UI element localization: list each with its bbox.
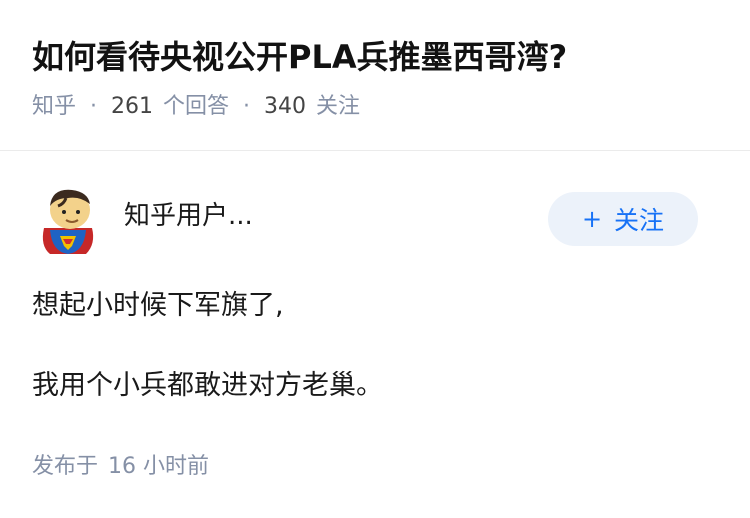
avatar[interactable] [36, 184, 100, 256]
separator-dot: · [90, 94, 98, 119]
divider [0, 150, 750, 151]
published-label: 发布于 [32, 454, 99, 479]
answer-paragraph: 我用个小兵都敢进对方老巢。 [32, 370, 383, 401]
follower-count: 340 [264, 94, 307, 119]
follow-button[interactable]: + 关注 [548, 192, 698, 246]
answer-author: 知乎用户... + 关注 [36, 184, 698, 256]
follower-count-label[interactable]: 关注 [316, 92, 360, 122]
question-title[interactable]: 如何看待央视公开PLA兵推墨西哥湾? [32, 34, 730, 80]
question-header: 如何看待央视公开PLA兵推墨西哥湾? 知乎 · 261 个回答 · 340 关注 [32, 34, 730, 122]
question-meta: 知乎 · 261 个回答 · 340 关注 [32, 92, 730, 122]
separator-dot: · [243, 94, 251, 119]
answer-paragraph: 想起小时候下军旗了, [32, 290, 284, 321]
publish-info: 发布于 16 小时前 [32, 452, 209, 482]
answer-content: 想起小时候下军旗了, 我用个小兵都敢进对方老巢。 [32, 286, 718, 406]
answer-count-label[interactable]: 个回答 [163, 92, 229, 122]
source-label[interactable]: 知乎 [32, 92, 76, 122]
answer-count: 261 [111, 94, 154, 119]
published-time: 16 小时前 [108, 454, 210, 479]
plus-icon: + [581, 205, 603, 233]
author-name[interactable]: 知乎用户... [124, 198, 253, 234]
follow-button-label: 关注 [614, 206, 665, 235]
superman-avatar-icon [42, 189, 94, 254]
